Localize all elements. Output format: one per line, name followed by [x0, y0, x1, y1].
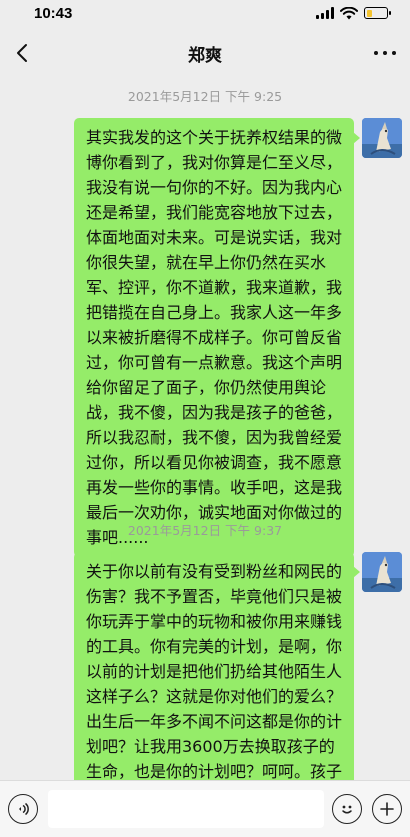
more-dots-icon [374, 51, 378, 55]
message-input[interactable] [48, 790, 324, 828]
chat-title: 郑爽 [188, 45, 222, 66]
chat-header: 郑爽 [0, 26, 410, 80]
cellular-signal-icon [316, 7, 334, 19]
chevron-left-icon [17, 44, 27, 62]
avatar-image [362, 118, 402, 158]
status-bar: 10:43 [0, 0, 410, 26]
plus-icon [380, 802, 394, 816]
message-timestamp: 2021年5月12日 下午 9:25 [127, 89, 283, 104]
battery-level [366, 9, 373, 17]
avatar[interactable] [362, 552, 402, 592]
message-timestamp: 2021年5月12日 下午 9:37 [127, 523, 283, 538]
avatar[interactable] [362, 118, 402, 158]
voice-icon [19, 802, 29, 816]
message-bubble[interactable]: 关于你以前有没有受到粉丝和网民的伤害？我不予置否，毕竟他们只是被你玩弄于掌中的玩… [74, 552, 360, 780]
more-options-button[interactable] [374, 44, 396, 62]
chat-messages[interactable]: 2021年5月12日 下午 9:25 其实我发的这个关于抚养权结果的微博你看到了… [0, 80, 410, 780]
avatar-image [362, 552, 402, 592]
emoji-icon [342, 805, 352, 814]
emoji-button[interactable] [332, 794, 362, 824]
back-button[interactable] [10, 40, 34, 66]
status-icons [316, 6, 391, 20]
message-bubble[interactable]: 其实我发的这个关于抚养权结果的微博你看到了，我对你算是仁至义尽，我没有说一句你的… [74, 118, 360, 557]
battery-icon [364, 7, 391, 19]
input-bar [0, 780, 410, 837]
wifi-icon [340, 6, 358, 19]
status-time: 10:43 [34, 4, 73, 22]
voice-button[interactable] [8, 794, 38, 824]
plus-button[interactable] [372, 794, 402, 824]
